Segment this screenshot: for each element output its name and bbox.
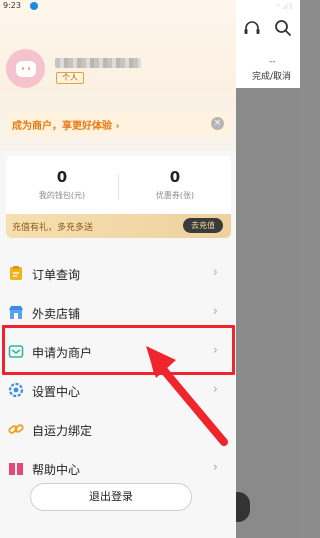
coupon-value: 0 <box>169 168 181 186</box>
become-merchant-banner[interactable]: 成为商户，享更好体验 › × <box>6 112 231 136</box>
background-toolbar: -- 完成/取消 <box>236 0 300 88</box>
chevron-right-icon: › <box>212 304 218 319</box>
recharge-strip: 充值有礼，多充多送 去充值 <box>6 214 231 238</box>
menu-item-label: 自运力绑定 <box>32 424 93 438</box>
menu-item-settings[interactable]: 设置中心 › <box>0 372 236 411</box>
menu-item-label: 设置中心 <box>32 385 81 399</box>
close-icon[interactable]: × <box>211 117 224 130</box>
search-icon[interactable] <box>274 19 292 37</box>
menu-item-label: 帮助中心 <box>32 463 81 477</box>
headset-icon[interactable] <box>243 20 261 36</box>
menu-item-order-query[interactable]: 订单查询 › <box>0 255 236 294</box>
side-drawer: 个人 成为商户，享更好体验 › × 0 我的钱包(元) 0 优惠券(张) 充值有… <box>0 0 236 538</box>
notification-dot-icon <box>30 2 38 10</box>
recharge-promo-text: 充值有礼，多充多送 <box>12 223 94 233</box>
settings-icon <box>8 382 24 398</box>
chevron-right-icon: › <box>212 421 218 436</box>
status-bar: 9:23 ▾◢▮ <box>0 0 300 12</box>
background-page: -- 完成/取消 <box>226 0 300 538</box>
chevron-right-icon: › <box>212 460 218 475</box>
order-icon <box>10 266 22 280</box>
wallet-balance-label: 我的钱包(元) <box>38 191 86 200</box>
username-blurred <box>55 58 141 68</box>
avatar[interactable] <box>6 49 45 88</box>
highlight-box <box>2 325 235 375</box>
avatar-face-icon <box>16 61 36 77</box>
wallet-card: 0 我的钱包(元) 0 优惠券(张) 充值有礼，多充多送 去充值 <box>6 156 231 238</box>
signal-battery-icon: ▾◢▮ <box>276 1 294 10</box>
done-cancel-button[interactable]: 完成/取消 <box>252 69 291 82</box>
recharge-button[interactable]: 去充值 <box>183 218 223 233</box>
menu-item-label: 外卖店铺 <box>32 307 81 321</box>
wallet-balance-value: 0 <box>56 168 68 186</box>
menu-item-label: 订单查询 <box>32 268 81 282</box>
help-icon <box>9 463 23 475</box>
account-type-badge: 个人 <box>56 72 84 84</box>
chevron-right-icon: › <box>212 382 218 397</box>
shop-icon <box>9 306 23 319</box>
link-icon <box>8 424 24 434</box>
logout-button[interactable]: 退出登录 <box>30 483 192 511</box>
menu-item-bind-delivery[interactable]: 自运力绑定 › <box>0 411 236 450</box>
placeholder-dash: -- <box>269 57 276 67</box>
status-time: 9:23 <box>3 1 21 10</box>
wallet-balance[interactable]: 0 我的钱包(元) <box>6 168 118 201</box>
coupon-label: 优惠券(张) <box>155 191 195 200</box>
coupon-count[interactable]: 0 优惠券(张) <box>119 168 231 201</box>
chevron-right-icon: › <box>212 265 218 280</box>
banner-text: 成为商户，享更好体验 › <box>12 121 120 132</box>
